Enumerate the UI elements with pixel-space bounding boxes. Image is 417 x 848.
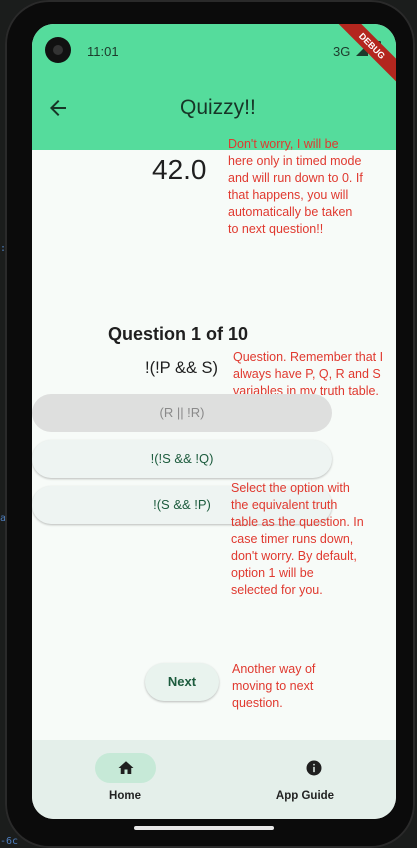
note-line: always have P, Q, R and S [233, 367, 381, 381]
nav-label-home: Home [109, 790, 141, 802]
note-line: that happens, you will [228, 188, 349, 202]
note-line: don't worry. By default, [231, 549, 357, 563]
note-line: Don't worry, I will be [228, 137, 339, 151]
home-icon [118, 761, 134, 774]
note-line: the equivalent truth [231, 498, 338, 512]
status-bar: 11:01 3G DEBUG [32, 24, 396, 88]
question-expression: !(!P && S) [145, 359, 219, 377]
note-line: option 1 will be [231, 566, 314, 580]
gesture-home-bar[interactable] [134, 826, 274, 830]
info-icon [306, 760, 322, 776]
app-bar: 11:01 3G DEBUG Quizzy!! [32, 24, 396, 150]
note-line: question. [232, 696, 283, 710]
note-line: Another way of [232, 662, 316, 676]
next-button[interactable]: Next [145, 663, 219, 701]
note-line: Select the option with [231, 481, 350, 495]
note-line: automatically be taken [228, 205, 353, 219]
note-line: here only in timed mode [228, 154, 362, 168]
nav-item-app-guide[interactable]: App Guide [214, 740, 396, 819]
note-line: to next question!! [228, 222, 324, 236]
phone-frame: 11:01 3G DEBUG Quizzy!! 42.0 Don't worry… [5, 0, 415, 848]
note-line: table as the question. In [231, 515, 364, 529]
next-note: Another way of moving to next question. [232, 661, 315, 712]
nav-item-home[interactable]: Home [34, 740, 216, 819]
editor-fragment: -6c [0, 836, 19, 847]
note-line: moving to next [232, 679, 314, 693]
note-line: selected for you. [231, 583, 323, 597]
network-type: 3G [333, 44, 351, 59]
options-note: Select the option with the equivalent tr… [231, 480, 364, 599]
nav-label-app-guide: App Guide [275, 790, 335, 802]
page-title: Quizzy!! [180, 96, 256, 119]
note-line: Question. Remember that I [233, 350, 384, 364]
arrow-left-icon[interactable] [46, 96, 70, 120]
status-time: 11:01 [87, 44, 119, 59]
timer-value: 42.0 [152, 154, 207, 185]
option-2-button[interactable]: !(!S && !Q) [32, 440, 332, 478]
app-screen: 11:01 3G DEBUG Quizzy!! 42.0 Don't worry… [32, 24, 396, 819]
note-line: and will run down to 0. If [228, 171, 363, 185]
camera-icon [45, 37, 71, 63]
question-note: Question. Remember that I always have P,… [233, 349, 383, 400]
question-heading: Question 1 of 10 [108, 324, 249, 344]
note-line: case timer runs down, [231, 532, 354, 546]
timer-note: Don't worry, I will be here only in time… [228, 136, 363, 238]
option-1-button[interactable]: (R || !R) [32, 394, 332, 432]
bottom-nav: Home App Guide [32, 740, 396, 819]
